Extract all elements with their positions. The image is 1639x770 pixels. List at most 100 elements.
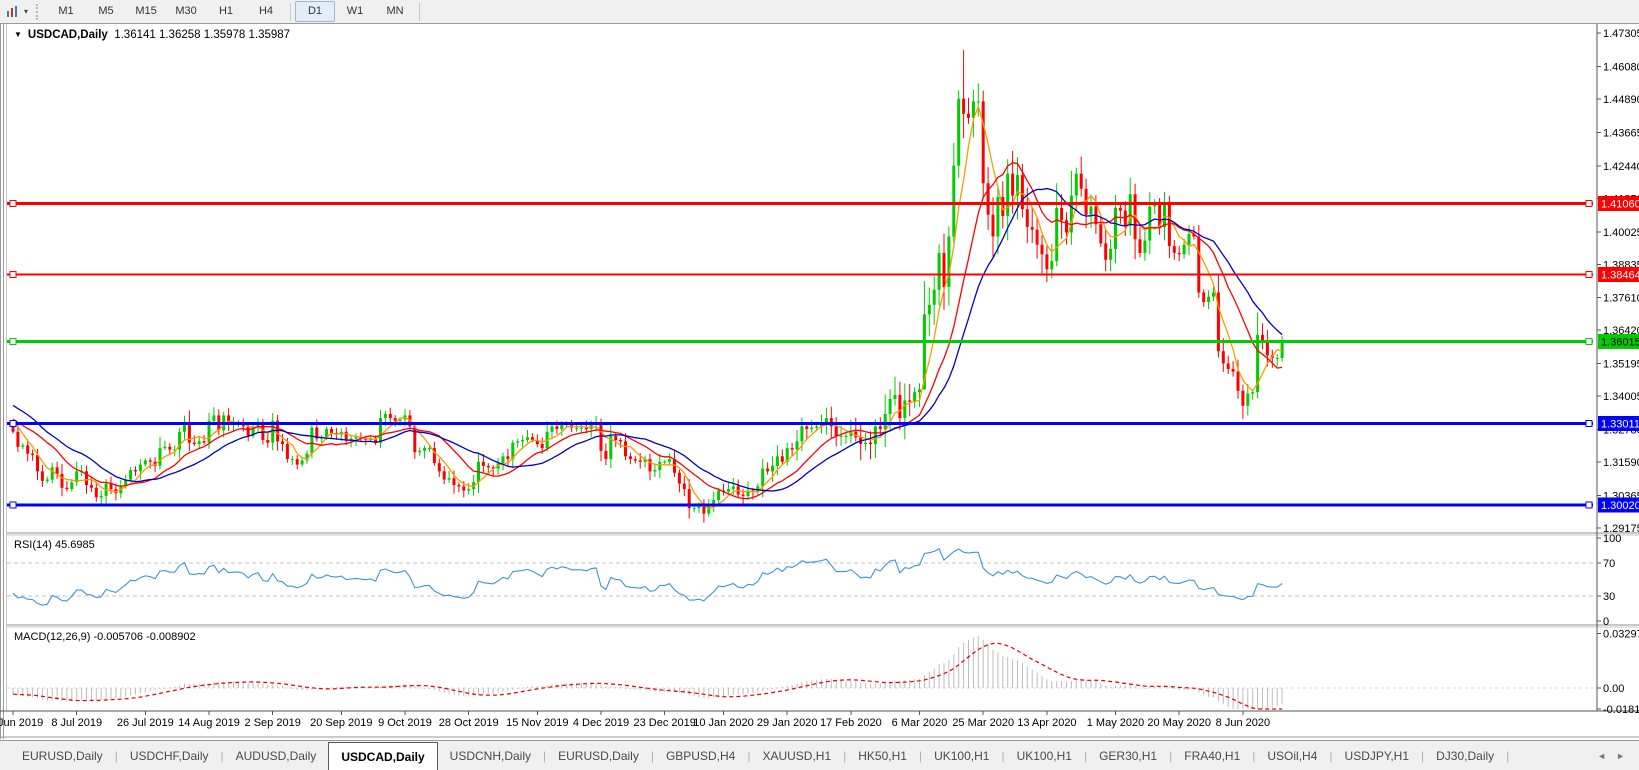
hline-handle[interactable] (9, 270, 17, 278)
macd-bar (1070, 680, 1072, 688)
macd-bar (223, 681, 225, 688)
candle-body (1079, 173, 1083, 189)
candle-body (158, 448, 162, 466)
candle-body (11, 426, 15, 432)
macd-bar (620, 686, 622, 688)
candle-body (908, 400, 912, 402)
candle-body (486, 465, 490, 468)
macd-bar (1271, 688, 1273, 707)
macd-bar (291, 688, 293, 689)
macd-bar (1154, 686, 1156, 688)
price-axis-label: 1.46080 (1603, 61, 1639, 73)
macd-bar (424, 688, 426, 689)
macd-bar (904, 680, 906, 688)
candle-body (26, 445, 30, 454)
chart-canvas[interactable]: 1.473051.460801.448901.436651.424401.412… (0, 0, 1639, 769)
price-tag-label: 1.30020 (1601, 500, 1639, 512)
candle-body (761, 468, 765, 487)
candle-body (1040, 244, 1044, 255)
candle-body (1231, 369, 1235, 372)
macd-bar (522, 687, 524, 689)
hline-handle[interactable] (1585, 270, 1593, 278)
macd-bar (772, 688, 773, 689)
macd-histogram (12, 636, 1283, 709)
macd-bar (634, 688, 636, 690)
candle-body (976, 101, 980, 103)
candle-body (1197, 236, 1201, 293)
candle-body (893, 394, 897, 399)
candle-body (663, 461, 667, 463)
price-tag-label: 1.33011 (1601, 418, 1639, 430)
macd-bar (233, 681, 234, 688)
candle-body (1118, 207, 1122, 211)
macd-bar (953, 654, 955, 688)
macd-bar (71, 688, 73, 702)
macd-bar (1276, 688, 1278, 706)
macd-bar (546, 685, 548, 688)
date-axis-label: 29 Jan 2020 (757, 717, 818, 729)
hline-handle[interactable] (1585, 419, 1593, 427)
date-axis-label: 14 Aug 2019 (178, 717, 240, 729)
macd-bar (1242, 688, 1244, 709)
candle-body (1177, 252, 1181, 255)
macd-bar (527, 686, 528, 688)
candle-body (599, 423, 603, 451)
candle-body (658, 461, 662, 470)
macd-bar (1021, 663, 1023, 688)
price-axis-label: 1.35195 (1603, 359, 1639, 371)
candle-body (1280, 341, 1284, 358)
candle-body (898, 394, 902, 419)
macd-bar (605, 686, 607, 688)
macd-bar (179, 685, 181, 688)
price-axis-label: 1.47305 (1603, 28, 1639, 40)
candle-body (521, 440, 525, 442)
ohlc-values: 1.36141 1.36258 1.35978 1.35987 (114, 29, 291, 41)
macd-bar (213, 682, 215, 688)
macd-bar (262, 683, 264, 688)
macd-bar (757, 688, 759, 693)
macd-bar (928, 671, 930, 688)
hline-handle[interactable] (1585, 337, 1593, 345)
candle-body (99, 495, 103, 498)
candle-body (1050, 261, 1054, 270)
candle-body (937, 252, 941, 290)
macd-bar (1124, 685, 1126, 688)
hline-handle[interactable] (9, 337, 17, 345)
macd-bar (66, 688, 68, 702)
rsi-line (12, 548, 1283, 606)
candle-body (805, 426, 809, 429)
rsi-axis-label: 70 (1603, 558, 1615, 570)
macd-bar (1041, 675, 1043, 688)
symbol-period-label: USDCAD,Daily (27, 29, 108, 41)
macd-bar (580, 683, 582, 688)
macd-bar (825, 678, 827, 688)
hline-handle[interactable] (1585, 501, 1593, 509)
macd-bar (247, 682, 249, 688)
candle-body (40, 471, 44, 481)
price-axis-label: 1.44890 (1603, 94, 1639, 106)
macd-bar (1051, 681, 1053, 688)
date-axis-label: 10 Jan 2020 (693, 717, 754, 729)
macd-bar (252, 682, 254, 688)
candle-body (579, 427, 583, 429)
macd-bar (37, 688, 38, 699)
macd-bar (914, 679, 916, 688)
collapse-triangle-icon[interactable]: ▼ (14, 30, 22, 39)
macd-bar (727, 688, 729, 696)
hline-handle[interactable] (1585, 200, 1593, 207)
candle-body (932, 289, 936, 305)
hline-handle[interactable] (9, 501, 17, 509)
hline-handle[interactable] (9, 419, 17, 427)
macd-bar (865, 683, 867, 688)
macd-bar (1085, 679, 1087, 688)
candles-layer (11, 50, 1284, 523)
candle-body (575, 427, 578, 429)
macd-bar (51, 688, 53, 701)
candle-body (60, 474, 64, 488)
hline-handle[interactable] (9, 200, 17, 207)
candle-body (295, 459, 299, 465)
candle-body (462, 486, 466, 491)
macd-bar (86, 688, 87, 700)
candle-body (388, 414, 392, 419)
candle-body (452, 478, 456, 485)
